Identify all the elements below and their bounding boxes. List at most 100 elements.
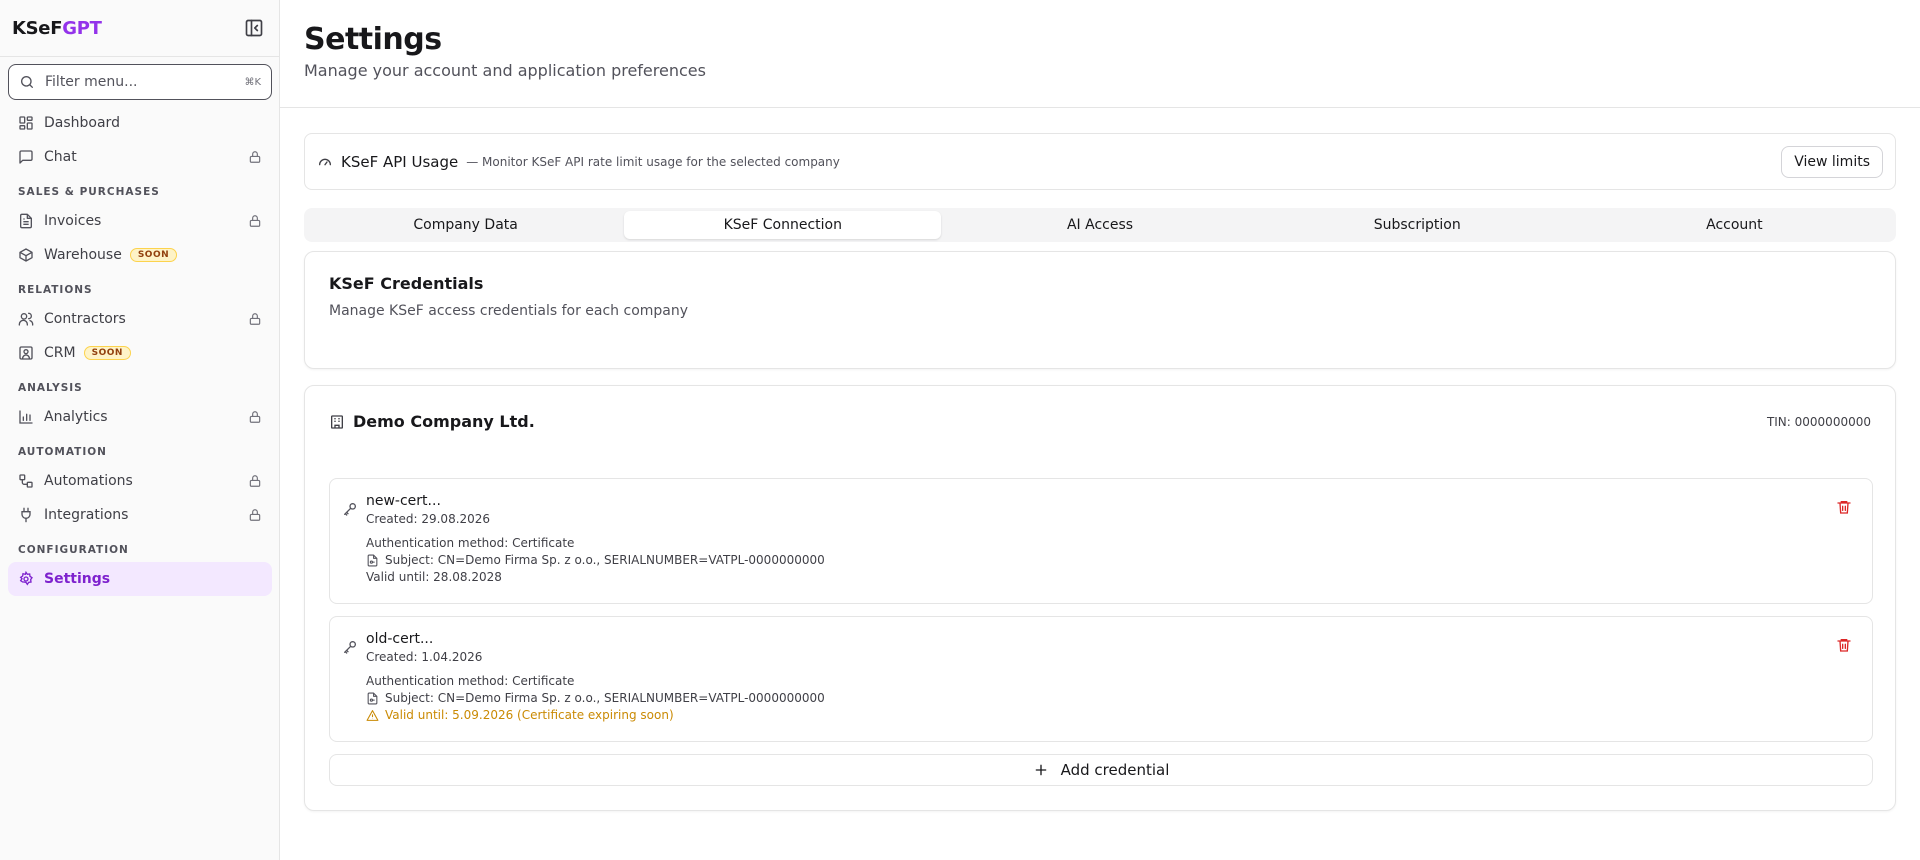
credential-created: Created: 29.08.2026 <box>366 512 491 526</box>
dashboard-icon <box>18 115 34 131</box>
api-usage-title: KSeF API Usage <box>341 152 459 171</box>
credential-subject: Subject: CN=Demo Firma Sp. z o.o., SERIA… <box>385 553 825 567</box>
api-usage-card: KSeF API Usage — Monitor KSeF API rate l… <box>304 133 1896 190</box>
sidebar-item-label: Warehouse <box>44 247 122 263</box>
soon-badge: SOON <box>129 248 178 262</box>
lock-icon <box>248 474 262 488</box>
view-limits-button[interactable]: View limits <box>1781 145 1883 178</box>
sidebar-item-label: Dashboard <box>44 115 120 131</box>
page-subtitle: Manage your account and application pref… <box>304 61 706 80</box>
credential-subject: Subject: CN=Demo Firma Sp. z o.o., SERIA… <box>385 691 825 705</box>
sidebar-item-chat[interactable]: Chat <box>8 140 272 174</box>
tab-company-data[interactable]: Company Data <box>307 211 624 239</box>
plug-icon <box>18 507 34 523</box>
page-title: Settings <box>304 22 442 57</box>
sidebar-item-label: Automations <box>44 473 133 489</box>
section-label-analysis: ANALYSIS <box>18 382 83 394</box>
sidebar-toggle-icon[interactable] <box>244 18 264 38</box>
add-credential-button[interactable]: Add credential <box>329 754 1873 786</box>
credential-item: new-cert... Created: 29.08.2026 Authenti… <box>329 478 1873 604</box>
bar-chart-icon <box>18 409 34 425</box>
sidebar-item-warehouse[interactable]: Warehouse SOON <box>8 238 272 272</box>
credential-valid-until: Valid until: 28.08.2028 <box>366 570 502 584</box>
sidebar-item-label: CRM <box>44 345 76 361</box>
users-icon <box>18 311 34 327</box>
sidebar-item-dashboard[interactable]: Dashboard <box>8 106 272 140</box>
credential-name: old-cert... <box>366 631 434 647</box>
tab-ksef-connection[interactable]: KSeF Connection <box>624 211 942 239</box>
search-icon <box>19 74 35 90</box>
contact-icon <box>18 345 34 361</box>
plus-icon <box>1033 762 1049 778</box>
brand-suffix: GPT <box>62 17 102 39</box>
trash-icon[interactable] <box>1836 637 1852 653</box>
sidebar-item-label: Invoices <box>44 213 102 229</box>
key-icon <box>342 501 358 517</box>
add-credential-label: Add credential <box>1060 761 1170 779</box>
sidebar-item-label: Settings <box>44 571 111 587</box>
main-content: Settings Manage your account and applica… <box>280 0 1920 860</box>
company-card: Demo Company Ltd. TIN: 0000000000 new-ce… <box>304 385 1896 811</box>
lock-icon <box>248 312 262 326</box>
credential-subject-row: Subject: CN=Demo Firma Sp. z o.o., SERIA… <box>366 553 825 567</box>
credential-auth-method: Authentication method: Certificate <box>366 536 575 550</box>
filter-menu-input[interactable] <box>45 74 235 90</box>
filter-menu[interactable]: ⌘K <box>8 64 272 100</box>
sidebar-item-analytics[interactable]: Analytics <box>8 400 272 434</box>
brand-prefix: KSeF <box>12 17 63 39</box>
section-label-automation: AUTOMATION <box>18 446 107 458</box>
credential-item: old-cert... Created: 1.04.2026 Authentic… <box>329 616 1873 742</box>
sidebar: KSeFGPT ⌘K Dashboard Chat SAL <box>0 0 280 860</box>
company-tin: TIN: 0000000000 <box>1766 414 1871 429</box>
building-icon <box>329 414 345 430</box>
file-text-icon <box>18 213 34 229</box>
file-key-icon <box>366 554 379 567</box>
sidebar-item-contractors[interactable]: Contractors <box>8 302 272 336</box>
page-header: Settings Manage your account and applica… <box>280 0 1920 108</box>
tab-account[interactable]: Account <box>1576 211 1893 239</box>
sidebar-item-label: Integrations <box>44 507 129 523</box>
credential-subject-row: Subject: CN=Demo Firma Sp. z o.o., SERIA… <box>366 691 825 705</box>
credential-auth-method: Authentication method: Certificate <box>366 674 575 688</box>
ksef-credentials-card: KSeF Credentials Manage KSeF access cred… <box>304 251 1896 369</box>
key-icon <box>342 639 358 655</box>
chat-icon <box>18 149 34 165</box>
trash-icon[interactable] <box>1836 499 1852 515</box>
sidebar-item-invoices[interactable]: Invoices <box>8 204 272 238</box>
lock-icon <box>248 410 262 424</box>
section-label-sales: SALES & PURCHASES <box>18 186 160 198</box>
credentials-description: Manage KSeF access credentials for each … <box>329 303 689 319</box>
section-label-relations: RELATIONS <box>18 284 93 296</box>
gauge-icon <box>317 154 333 170</box>
sidebar-item-label: Chat <box>44 149 77 165</box>
section-label-configuration: CONFIGURATION <box>18 544 129 556</box>
soon-badge: SOON <box>83 346 131 360</box>
settings-tabs: Company Data KSeF Connection AI Access S… <box>304 208 1896 242</box>
gear-icon <box>18 571 34 587</box>
lock-icon <box>248 214 262 228</box>
warning-icon <box>366 709 379 722</box>
credential-valid-warning-row: Valid until: 5.09.2026 (Certificate expi… <box>366 708 825 722</box>
tab-ai-access[interactable]: AI Access <box>941 211 1258 239</box>
company-name: Demo Company Ltd. <box>353 412 535 431</box>
credential-valid-until: Valid until: 5.09.2026 (Certificate expi… <box>385 708 674 722</box>
sidebar-item-label: Analytics <box>44 409 108 425</box>
sidebar-item-label: Contractors <box>44 311 126 327</box>
credential-created: Created: 1.04.2026 <box>366 650 483 664</box>
package-icon <box>18 247 34 263</box>
tab-subscription[interactable]: Subscription <box>1259 211 1576 239</box>
sidebar-item-automations[interactable]: Automations <box>8 464 272 498</box>
lock-icon <box>248 508 262 522</box>
api-usage-description: — Monitor KSeF API rate limit usage for … <box>466 154 840 169</box>
shortcut-hint: ⌘K <box>244 76 261 88</box>
credential-name: new-cert... <box>366 493 441 509</box>
workflow-icon <box>18 473 34 489</box>
file-key-icon <box>366 692 379 705</box>
sidebar-item-crm[interactable]: CRM SOON <box>8 336 272 370</box>
credentials-title: KSeF Credentials <box>329 274 484 293</box>
lock-icon <box>248 150 262 164</box>
sidebar-item-integrations[interactable]: Integrations <box>8 498 272 532</box>
brand-logo[interactable]: KSeFGPT <box>12 18 102 39</box>
sidebar-item-settings[interactable]: Settings <box>8 562 272 596</box>
sidebar-divider <box>0 56 279 57</box>
